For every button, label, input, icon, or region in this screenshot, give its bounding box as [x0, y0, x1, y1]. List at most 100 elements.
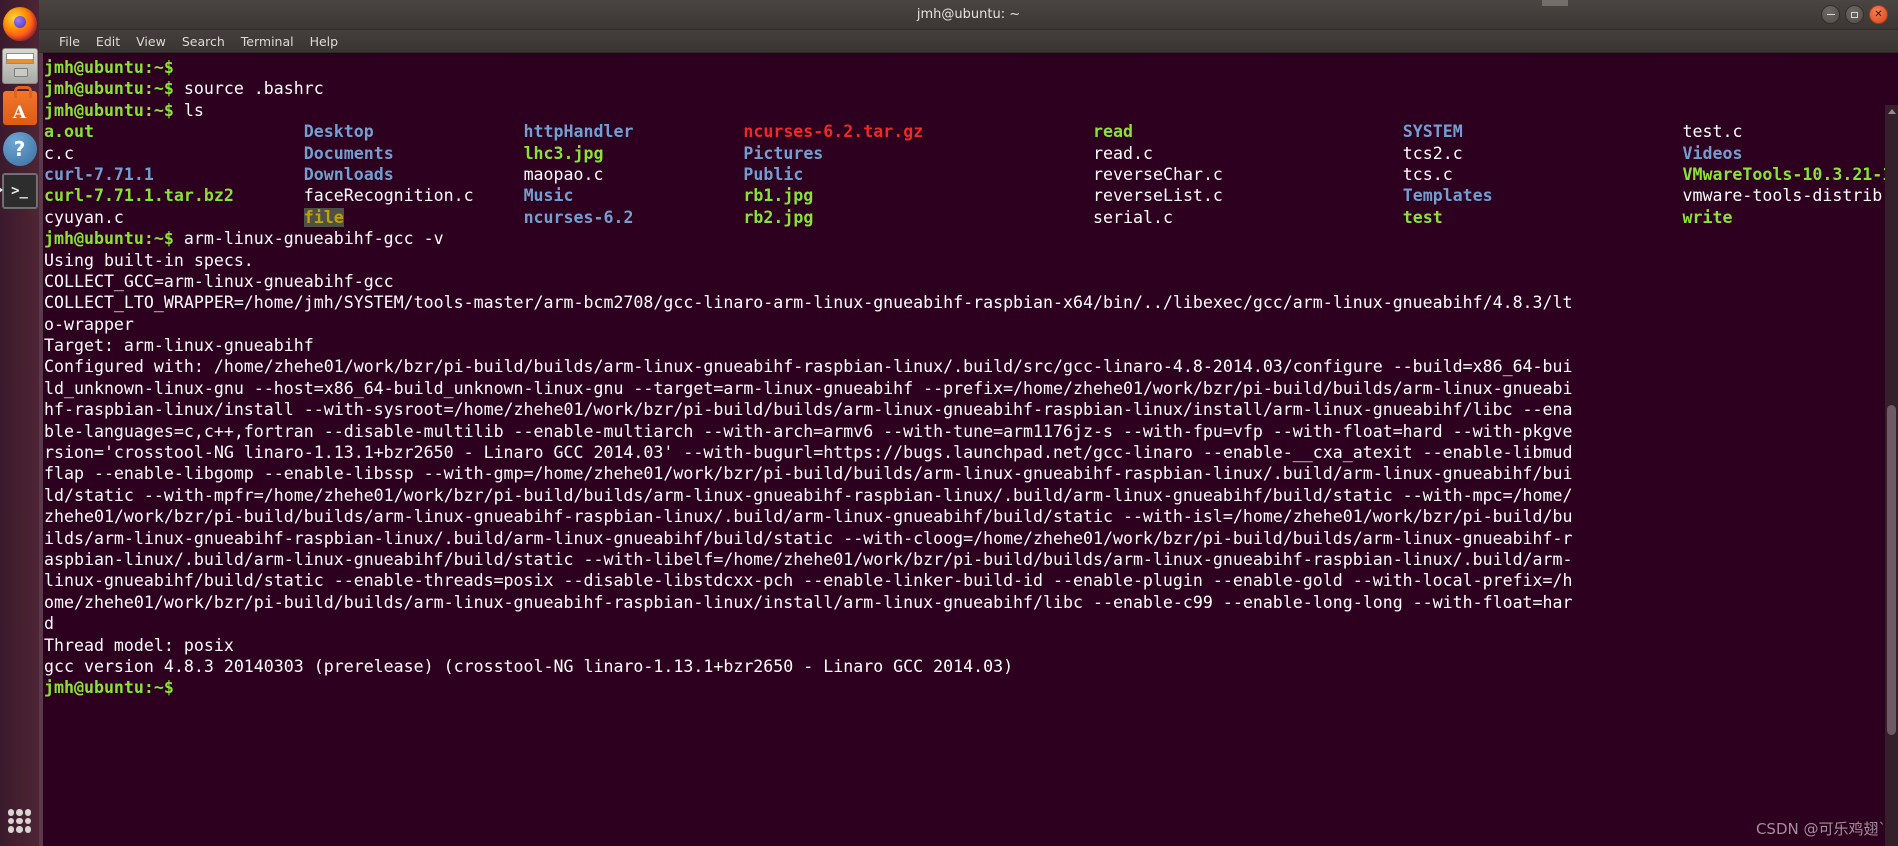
maximize-button[interactable] [1845, 5, 1864, 24]
output-text: ilds/arm-linux-gnueabihf-raspbian-linux/… [44, 528, 1573, 548]
scroll-up-icon[interactable] [1888, 109, 1896, 114]
output-text: Thread model: posix [44, 635, 234, 655]
window-controls: ✕ [1821, 0, 1888, 29]
close-button[interactable]: ✕ [1869, 5, 1888, 24]
maximize-icon [1851, 11, 1858, 18]
software-icon-glyph: A [12, 103, 27, 123]
terminal-line: COLLECT_LTO_WRAPPER=/home/jmh/SYSTEM/too… [44, 292, 1898, 313]
shell-prompt: jmh@ubuntu:~$ [44, 58, 174, 77]
help-icon-glyph: ? [13, 137, 26, 161]
help-icon[interactable]: ? [2, 132, 37, 166]
output-text: o-wrapper [44, 314, 134, 334]
output-text: Using built-in specs. [44, 250, 254, 270]
ls-entry: Videos [1682, 143, 1743, 163]
ls-entry: reverseList.c [1093, 186, 1223, 206]
ls-entry: a.out [44, 122, 94, 142]
terminal-line: COLLECT_GCC=arm-linux-gnueabihf-gcc [44, 271, 1898, 292]
output-text: hf-raspbian-linux/install --with-sysroot… [44, 400, 1573, 420]
shell-prompt: jmh@ubuntu:~$ [44, 229, 174, 249]
ls-entry: httpHandler [523, 122, 634, 142]
output-text: COLLECT_LTO_WRAPPER=/home/jmh/SYSTEM/too… [44, 293, 1573, 313]
output-text: ld/static --with-mpfr=/home/zhehe01/work… [44, 485, 1573, 505]
terminal-line: rsion='crosstool-NG linaro-1.13.1+bzr265… [44, 442, 1898, 463]
ls-entry: reverseChar.c [1093, 164, 1223, 184]
terminal-line: Using built-in specs. [44, 250, 1898, 271]
ls-entry: test [1402, 207, 1443, 227]
close-icon: ✕ [1874, 8, 1883, 20]
ls-entry: c.c [44, 143, 74, 163]
output-text: aspbian-linux/.build/arm-linux-gnueabihf… [44, 549, 1573, 569]
menu-view[interactable]: View [128, 32, 174, 51]
output-text: linux-gnueabihf/build/static --enable-th… [44, 571, 1573, 591]
ls-entry: Public [743, 164, 804, 184]
terminal-line: jmh@ubuntu:~$ [44, 57, 1898, 78]
terminal-icon-glyph: >_ [11, 183, 28, 199]
menu-file[interactable]: File [51, 32, 88, 51]
output-text: rsion='crosstool-NG linaro-1.13.1+bzr265… [44, 443, 1573, 463]
terminal-line: cyuyan.c file ncurses-6.2 rb2.jpg serial… [44, 207, 1898, 228]
ls-entry: rb1.jpg [743, 186, 814, 206]
ubuntu-software-icon[interactable]: A [2, 86, 37, 125]
terminal-line: ble-languages=c,c++,fortran --disable-mu… [44, 421, 1898, 442]
terminal-line: ilds/arm-linux-gnueabihf-raspbian-linux/… [44, 528, 1898, 549]
output-text: Configured with: /home/zhehe01/work/bzr/… [44, 357, 1573, 377]
shell-prompt: jmh@ubuntu:~$ [44, 100, 174, 120]
terminal-line: d [44, 613, 1898, 634]
minimize-button[interactable] [1821, 5, 1840, 24]
menu-terminal[interactable]: Terminal [233, 32, 302, 51]
terminal-line: Configured with: /home/zhehe01/work/bzr/… [44, 356, 1898, 377]
ls-entry: ncurses-6.2.tar.gz [743, 122, 924, 142]
ls-entry: rb2.jpg [743, 207, 814, 227]
menu-help[interactable]: Help [302, 32, 347, 51]
files-icon[interactable] [1, 48, 38, 84]
shell-command: source .bashrc [173, 79, 324, 99]
ls-entry: file [303, 207, 344, 227]
terminal-line: zhehe01/work/bzr/pi-build/builds/arm-lin… [44, 506, 1898, 527]
ls-entry: serial.c [1093, 207, 1173, 227]
ls-entry: read [1093, 122, 1133, 142]
minimize-icon [1826, 14, 1835, 15]
terminal-scrollbar[interactable] [1885, 105, 1898, 846]
scrollbar-thumb[interactable] [1887, 405, 1896, 735]
terminal-line: c.c Documents lhc3.jpg Pictures read.c t… [44, 143, 1898, 164]
output-text: zhehe01/work/bzr/pi-build/builds/arm-lin… [44, 507, 1573, 527]
terminal-icon[interactable]: >_ [1, 173, 38, 209]
titlebar-notch [1542, 0, 1568, 6]
terminal-text: jmh@ubuntu:~$ jmh@ubuntu:~$ source .bashr… [44, 57, 1898, 699]
terminal-line: hf-raspbian-linux/install --with-sysroot… [44, 399, 1898, 420]
terminal-line: curl-7.71.1 Downloads maopao.c Public re… [44, 164, 1898, 185]
terminal-left-edge [39, 53, 43, 846]
shell-prompt: jmh@ubuntu:~$ [44, 79, 174, 99]
screen: A ? >_ jmh@ubuntu: ~ ✕ File Edit View Se… [0, 0, 1898, 846]
ls-entry: VMwareTools-10.3.21-14772444.tar.gz [1682, 164, 1898, 184]
ls-entry: Desktop [303, 122, 374, 142]
terminal-line: a.out Desktop httpHandler ncurses-6.2.ta… [44, 121, 1898, 142]
terminal-line: linux-gnueabihf/build/static --enable-th… [44, 570, 1898, 591]
shell-command: arm-linux-gnueabihf-gcc -v [173, 229, 444, 249]
terminal-line: jmh@ubuntu:~$ ls [44, 100, 1898, 121]
menu-search[interactable]: Search [174, 32, 233, 51]
shell-prompt: jmh@ubuntu:~$ [44, 678, 174, 698]
terminal-line: aspbian-linux/.build/arm-linux-gnueabihf… [44, 549, 1898, 570]
ls-entry: lhc3.jpg [523, 143, 604, 163]
show-applications-icon[interactable] [3, 804, 37, 838]
ls-entry: faceRecognition.c [303, 186, 474, 206]
titlebar: jmh@ubuntu: ~ ✕ [39, 0, 1898, 30]
menu-edit[interactable]: Edit [88, 32, 128, 51]
terminal-line: jmh@ubuntu:~$ [44, 677, 1898, 698]
terminal-line: Thread model: posix [44, 635, 1898, 656]
ls-entry: ncurses-6.2 [523, 207, 634, 227]
ls-entry: vmware-tools-distrib [1682, 186, 1883, 206]
firefox-icon[interactable] [2, 7, 37, 41]
ls-entry: curl-7.71.1 [44, 164, 154, 184]
terminal-line: ld/static --with-mpfr=/home/zhehe01/work… [44, 485, 1898, 506]
ls-entry: Templates [1402, 186, 1493, 206]
ls-entry: Pictures [743, 143, 824, 163]
ls-entry: write [1682, 207, 1733, 227]
ls-entry: SYSTEM [1402, 122, 1463, 142]
terminal-output-area[interactable]: jmh@ubuntu:~$ jmh@ubuntu:~$ source .bashr… [39, 53, 1898, 846]
ls-entry: cyuyan.c [44, 207, 124, 227]
ls-entry: Downloads [303, 164, 394, 184]
unity-launcher: A ? >_ [0, 0, 39, 846]
output-text: gcc version 4.8.3 20140303 (prerelease) … [44, 656, 1014, 676]
